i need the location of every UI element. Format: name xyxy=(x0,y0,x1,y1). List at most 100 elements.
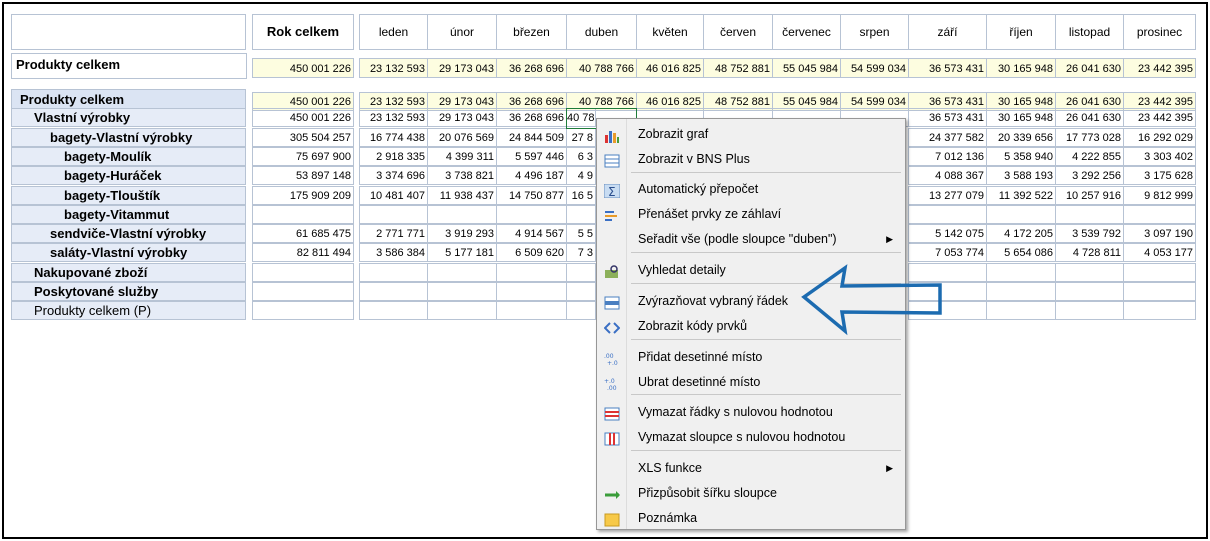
summary-value-8[interactable]: 36 573 431 xyxy=(908,58,987,78)
header-month-8[interactable]: září xyxy=(908,14,987,50)
row-total-5[interactable]: 175 909 209 xyxy=(252,186,354,205)
row-10-col-2[interactable] xyxy=(496,282,567,301)
menu-item-13[interactable]: Přizpůsobit šířku sloupce xyxy=(597,481,905,505)
row-8-col-0[interactable]: 3 586 384 xyxy=(359,243,428,262)
row-10-col-3[interactable] xyxy=(566,282,596,301)
row-5-col-8[interactable]: 13 277 079 xyxy=(908,186,987,205)
row-7-col-10[interactable]: 3 539 792 xyxy=(1055,224,1124,243)
row-total-11[interactable] xyxy=(252,301,354,320)
row-label-8[interactable]: saláty-Vlastní výrobky xyxy=(11,243,246,262)
row-label-5[interactable]: bagety-Tlouštík xyxy=(11,186,246,205)
row-6-col-0[interactable] xyxy=(359,205,428,224)
row-label-11[interactable]: Produkty celkem (P) xyxy=(11,301,246,320)
row-total-3[interactable]: 75 697 900 xyxy=(252,147,354,166)
row-5-col-1[interactable]: 11 938 437 xyxy=(427,186,497,205)
row-1-col-10[interactable]: 26 041 630 xyxy=(1055,108,1124,127)
row-2-col-3[interactable]: 27 8 xyxy=(566,128,596,147)
row-3-col-11[interactable]: 3 303 402 xyxy=(1123,147,1196,166)
row-9-col-2[interactable] xyxy=(496,263,567,282)
summary-value-11[interactable]: 23 442 395 xyxy=(1123,58,1196,78)
summary-value-7[interactable]: 54 599 034 xyxy=(840,58,909,78)
row-label-9[interactable]: Nakupované zboží xyxy=(11,263,246,282)
row-7-col-11[interactable]: 3 097 190 xyxy=(1123,224,1196,243)
row-6-col-11[interactable] xyxy=(1123,205,1196,224)
summary-value-3[interactable]: 40 788 766 xyxy=(566,58,637,78)
row-2-col-8[interactable]: 24 377 582 xyxy=(908,128,987,147)
menu-item-3[interactable]: Přenášet prvky ze záhlaví xyxy=(597,202,905,226)
summary-value-2[interactable]: 36 268 696 xyxy=(496,58,567,78)
row-4-col-8[interactable]: 4 088 367 xyxy=(908,166,987,185)
header-rok-celkem[interactable]: Rok celkem xyxy=(252,14,354,50)
row-7-col-8[interactable]: 5 142 075 xyxy=(908,224,987,243)
row-8-col-10[interactable]: 4 728 811 xyxy=(1055,243,1124,262)
row-8-col-9[interactable]: 5 654 086 xyxy=(986,243,1056,262)
row-6-col-9[interactable] xyxy=(986,205,1056,224)
row-2-col-2[interactable]: 24 844 509 xyxy=(496,128,567,147)
row-3-col-2[interactable]: 5 597 446 xyxy=(496,147,567,166)
row-11-col-10[interactable] xyxy=(1055,301,1124,320)
summary-value-1[interactable]: 29 173 043 xyxy=(427,58,497,78)
header-month-9[interactable]: říjen xyxy=(986,14,1056,50)
row-10-col-9[interactable] xyxy=(986,282,1056,301)
row-10-col-11[interactable] xyxy=(1123,282,1196,301)
row-total-10[interactable] xyxy=(252,282,354,301)
row-label-2[interactable]: bagety-Vlastní výrobky xyxy=(11,128,246,147)
row-9-col-0[interactable] xyxy=(359,263,428,282)
row-4-col-3[interactable]: 4 9 xyxy=(566,166,596,185)
header-month-4[interactable]: květen xyxy=(636,14,704,50)
header-month-10[interactable]: listopad xyxy=(1055,14,1124,50)
row-8-col-3[interactable]: 7 3 xyxy=(566,243,596,262)
row-2-col-0[interactable]: 16 774 438 xyxy=(359,128,428,147)
row-1-col-0[interactable]: 23 132 593 xyxy=(359,108,428,127)
header-month-2[interactable]: březen xyxy=(496,14,567,50)
row-8-col-11[interactable]: 4 053 177 xyxy=(1123,243,1196,262)
row-total-1[interactable]: 450 001 226 xyxy=(252,108,354,127)
row-4-col-2[interactable]: 4 496 187 xyxy=(496,166,567,185)
summary-value-4[interactable]: 46 016 825 xyxy=(636,58,704,78)
row-8-col-2[interactable]: 6 509 620 xyxy=(496,243,567,262)
menu-item-8[interactable]: .00 +.0 Přidat desetinné místo xyxy=(597,345,905,369)
row-3-col-1[interactable]: 4 399 311 xyxy=(427,147,497,166)
row-total-6[interactable] xyxy=(252,205,354,224)
header-month-6[interactable]: červenec xyxy=(772,14,841,50)
header-month-5[interactable]: červen xyxy=(703,14,773,50)
row-1-col-9[interactable]: 30 165 948 xyxy=(986,108,1056,127)
summary-value-6[interactable]: 55 045 984 xyxy=(772,58,841,78)
row-9-col-10[interactable] xyxy=(1055,263,1124,282)
row-7-col-2[interactable]: 4 914 567 xyxy=(496,224,567,243)
row-7-col-1[interactable]: 3 919 293 xyxy=(427,224,497,243)
header-month-11[interactable]: prosinec xyxy=(1123,14,1196,50)
row-5-col-0[interactable]: 10 481 407 xyxy=(359,186,428,205)
summary-value-10[interactable]: 26 041 630 xyxy=(1055,58,1124,78)
summary-value-5[interactable]: 48 752 881 xyxy=(703,58,773,78)
row-7-col-0[interactable]: 2 771 771 xyxy=(359,224,428,243)
row-10-col-10[interactable] xyxy=(1055,282,1124,301)
summary-value-0[interactable]: 23 132 593 xyxy=(359,58,428,78)
row-7-col-9[interactable]: 4 172 205 xyxy=(986,224,1056,243)
row-3-col-9[interactable]: 5 358 940 xyxy=(986,147,1056,166)
row-3-col-0[interactable]: 2 918 335 xyxy=(359,147,428,166)
row-4-col-0[interactable]: 3 374 696 xyxy=(359,166,428,185)
header-month-1[interactable]: únor xyxy=(427,14,497,50)
row-total-7[interactable]: 61 685 475 xyxy=(252,224,354,243)
row-5-col-10[interactable]: 10 257 916 xyxy=(1055,186,1124,205)
row-4-col-11[interactable]: 3 175 628 xyxy=(1123,166,1196,185)
summary-total[interactable]: 450 001 226 xyxy=(252,58,354,78)
menu-item-2[interactable]: Σ Automatický přepočet xyxy=(597,177,905,201)
row-6-col-2[interactable] xyxy=(496,205,567,224)
row-9-col-9[interactable] xyxy=(986,263,1056,282)
menu-item-1[interactable]: Zobrazit v BNS Plus xyxy=(597,147,905,171)
row-label-6[interactable]: bagety-Vitammut xyxy=(11,205,246,224)
row-3-col-3[interactable]: 6 3 xyxy=(566,147,596,166)
row-2-col-11[interactable]: 16 292 029 xyxy=(1123,128,1196,147)
row-9-col-11[interactable] xyxy=(1123,263,1196,282)
row-1-col-11[interactable]: 23 442 395 xyxy=(1123,108,1196,127)
row-11-col-2[interactable] xyxy=(496,301,567,320)
menu-item-0[interactable]: Zobrazit graf xyxy=(597,122,905,146)
row-3-col-8[interactable]: 7 012 136 xyxy=(908,147,987,166)
row-total-2[interactable]: 305 504 257 xyxy=(252,128,354,147)
row-label-1[interactable]: Vlastní výrobky xyxy=(11,108,246,127)
row-label-7[interactable]: sendviče-Vlastní výrobky xyxy=(11,224,246,243)
row-total-9[interactable] xyxy=(252,263,354,282)
row-5-col-3[interactable]: 16 5 xyxy=(566,186,596,205)
